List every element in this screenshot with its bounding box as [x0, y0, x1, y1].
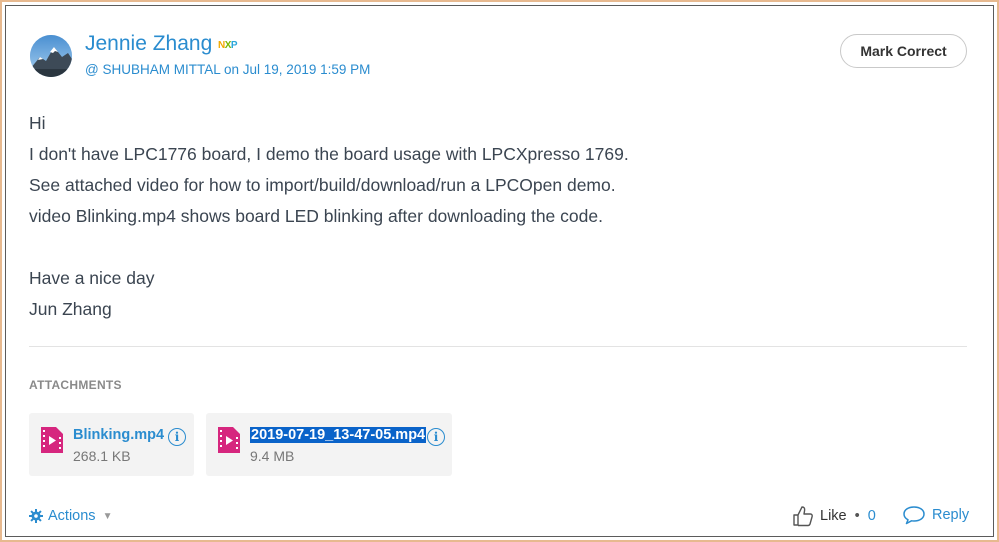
attachment-link[interactable]: 2019-07-19_13-47-05.mp4	[250, 427, 427, 443]
attachment-size: 268.1 KB	[73, 448, 131, 464]
avatar[interactable]	[30, 35, 72, 77]
thumbs-up-icon[interactable]	[792, 505, 814, 527]
body-line	[29, 232, 949, 263]
like-button[interactable]: Like	[820, 508, 847, 524]
nxp-badge: NXP	[218, 40, 238, 51]
attachment-link[interactable]: Blinking.mp4	[73, 427, 164, 443]
speech-bubble-icon	[903, 506, 925, 525]
video-file-icon	[41, 427, 63, 453]
body-line: See attached video for how to import/bui…	[29, 175, 616, 195]
info-icon[interactable]: i	[168, 428, 186, 446]
attachment-card[interactable]: 2019-07-19_13-47-05.mp4 i 9.4 MB	[206, 413, 452, 476]
mark-correct-button[interactable]: Mark Correct	[840, 34, 967, 68]
chevron-down-icon: ▼	[102, 510, 113, 522]
like-separator: •	[854, 508, 860, 524]
nxp-badge-n: N	[218, 40, 225, 51]
attachments-heading: ATTACHMENTS	[29, 378, 122, 392]
divider	[29, 346, 967, 347]
reply-to-user-link[interactable]: @ SHUBHAM MITTAL	[85, 62, 220, 77]
like-count[interactable]: 0	[868, 508, 876, 524]
author-name-link[interactable]: Jennie Zhang	[85, 32, 212, 56]
body-line: Have a nice day	[29, 268, 155, 288]
window-frame: Jennie Zhang NXP @ SHUBHAM MITTAL on Jul…	[0, 0, 999, 542]
nxp-badge-p: P	[230, 40, 238, 51]
like-control: Like • 0	[792, 505, 876, 527]
post-date: Jul 19, 2019 1:59 PM	[242, 62, 371, 77]
body-line: Jun Zhang	[29, 299, 112, 319]
post-body: Hi I don't have LPC1776 board, I demo th…	[29, 108, 949, 325]
actions-label: Actions	[48, 508, 96, 524]
reply-label: Reply	[932, 507, 970, 523]
info-icon[interactable]: i	[427, 428, 445, 446]
attachment-card[interactable]: Blinking.mp4 i 268.1 KB	[29, 413, 194, 476]
date-prefix: on	[223, 62, 240, 77]
gear-icon	[29, 509, 43, 523]
body-line: I don't have LPC1776 board, I demo the b…	[29, 144, 629, 164]
reply-button[interactable]: Reply	[902, 505, 969, 525]
video-file-icon	[218, 427, 240, 453]
body-line: Hi	[29, 113, 46, 133]
attachment-size: 9.4 MB	[250, 448, 295, 464]
body-line: video Blinking.mp4 shows board LED blink…	[29, 206, 603, 226]
post-meta: @ SHUBHAM MITTAL on Jul 19, 2019 1:59 PM	[85, 62, 370, 77]
actions-menu[interactable]: Actions ▼	[29, 508, 112, 524]
selected-text: 2019-07-19_13-47-05.mp4	[250, 427, 427, 443]
avatar-mountain-image	[30, 35, 72, 77]
